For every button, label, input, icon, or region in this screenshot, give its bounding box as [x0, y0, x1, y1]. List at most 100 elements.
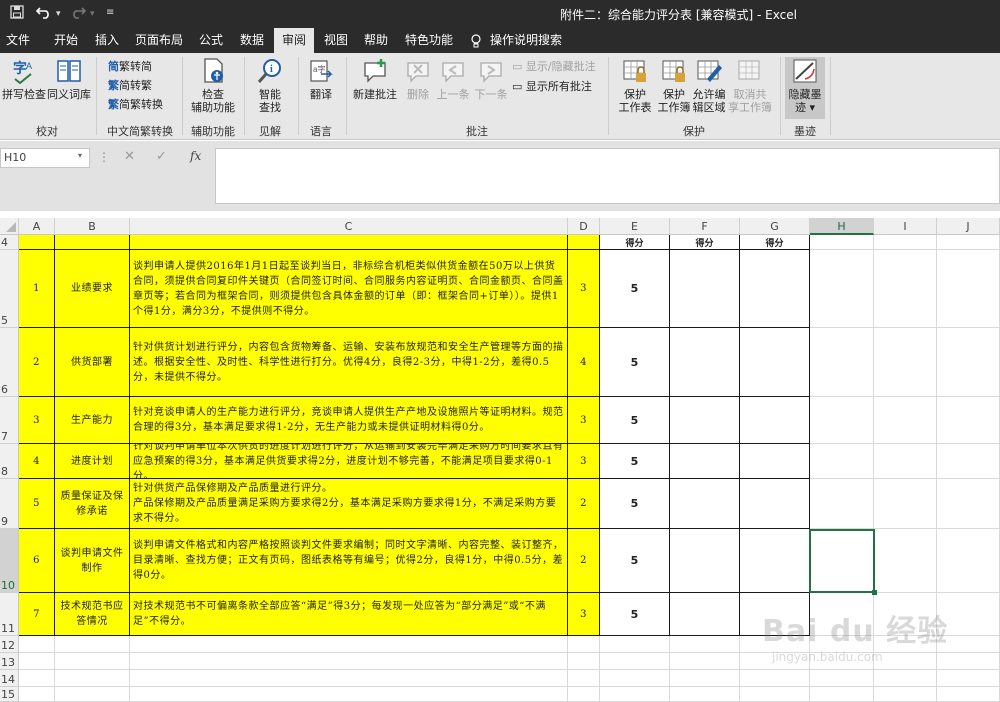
cell-i10[interactable]	[874, 529, 937, 593]
cell-f10[interactable]	[670, 529, 740, 593]
cell-a12[interactable]	[19, 636, 55, 653]
tab-review[interactable]: 审阅	[274, 28, 314, 53]
cell-i15[interactable]	[874, 687, 937, 702]
row-header[interactable]: 15	[0, 687, 19, 702]
cell-a5[interactable]: 1	[19, 250, 55, 328]
cell-b10[interactable]: 谈判申请文件制作	[55, 529, 130, 593]
redo-dropdown-icon[interactable]: ▾	[90, 9, 95, 19]
row-header[interactable]: 4	[0, 235, 19, 250]
cell-g6[interactable]	[740, 328, 810, 397]
tab-data[interactable]: 数据	[232, 28, 272, 53]
cell-f11[interactable]	[670, 593, 740, 636]
cell-c11[interactable]: 对技术规范书不可偏离条款全部应答“满足”得3分；每发现一处应答为“部分满足”或“…	[130, 593, 568, 636]
tab-special-features[interactable]: 特色功能	[400, 28, 458, 53]
next-comment-button[interactable]: 下一条	[472, 57, 510, 101]
cell-h8[interactable]	[810, 444, 874, 479]
check-accessibility-button[interactable]: 检查 辅助功能	[186, 57, 240, 114]
row-header[interactable]: 12	[0, 636, 19, 653]
cancel-icon[interactable]: ✕	[124, 149, 135, 164]
column-header-b[interactable]: B	[55, 218, 130, 235]
cell-e14[interactable]	[600, 670, 670, 687]
row-header[interactable]: 6	[0, 328, 19, 397]
cell-e13[interactable]	[600, 653, 670, 670]
cell-g4[interactable]: 得分	[740, 235, 810, 250]
redo-icon[interactable]	[70, 5, 87, 23]
cell-a4[interactable]	[19, 235, 55, 250]
cell-f8[interactable]	[670, 444, 740, 479]
select-all-corner[interactable]	[0, 218, 19, 235]
column-header-h[interactable]: H	[810, 218, 874, 235]
translate-button[interactable]: a字 翻译	[302, 57, 340, 101]
customize-toolbar-icon[interactable]: ≡	[106, 7, 114, 18]
cell-d13[interactable]	[568, 653, 600, 670]
cell-d9[interactable]: 2	[568, 479, 600, 529]
cell-j4[interactable]	[937, 235, 1000, 250]
cell-f5[interactable]	[670, 250, 740, 328]
cell-c14[interactable]	[130, 670, 568, 687]
cell-j9[interactable]	[937, 479, 1000, 529]
show-hide-comment-button[interactable]: ▭ 显示/隐藏批注	[512, 59, 596, 75]
row-header[interactable]: 8	[0, 444, 19, 479]
cell-c4[interactable]	[130, 235, 568, 250]
cell-e15[interactable]	[600, 687, 670, 702]
cell-c15[interactable]	[130, 687, 568, 702]
cell-j5[interactable]	[937, 250, 1000, 328]
cell-c5[interactable]: 谈判申请人提供2016年1月1日起至谈判当日，非标综合机柜类似供货金额在50万以…	[130, 250, 568, 328]
row-header[interactable]: 13	[0, 653, 19, 670]
name-box[interactable]: H10	[0, 148, 90, 168]
cell-f15[interactable]	[670, 687, 740, 702]
cell-j7[interactable]	[937, 397, 1000, 444]
cell-d14[interactable]	[568, 670, 600, 687]
undo-icon[interactable]	[35, 5, 52, 23]
cell-i4[interactable]	[874, 235, 937, 250]
cell-a10[interactable]: 6	[19, 529, 55, 593]
show-all-comments-button[interactable]: ▭ 显示所有批注	[512, 79, 592, 95]
formula-input[interactable]	[215, 148, 1000, 204]
cell-f12[interactable]	[670, 636, 740, 653]
cell-g15[interactable]	[740, 687, 810, 702]
undo-dropdown-icon[interactable]: ▾	[56, 9, 61, 19]
cell-a11[interactable]: 7	[19, 593, 55, 636]
cell-b14[interactable]	[55, 670, 130, 687]
cell-b11[interactable]: 技术规范书应答情况	[55, 593, 130, 636]
cell-h15[interactable]	[810, 687, 874, 702]
cell-g7[interactable]	[740, 397, 810, 444]
cell-i7[interactable]	[874, 397, 937, 444]
cell-e7[interactable]: 5	[600, 397, 670, 444]
fill-handle[interactable]	[872, 590, 877, 595]
cell-d7[interactable]: 3	[568, 397, 600, 444]
tab-file[interactable]: 文件	[0, 28, 36, 53]
cell-d15[interactable]	[568, 687, 600, 702]
cell-g10[interactable]	[740, 529, 810, 593]
cell-a7[interactable]: 3	[19, 397, 55, 444]
cell-c6[interactable]: 针对供货计划进行评分，内容包含货物筹备、运输、安装布放规范和安全生产管理等方面的…	[130, 328, 568, 397]
column-header-d[interactable]: D	[568, 218, 600, 235]
cell-j10[interactable]	[937, 529, 1000, 593]
smart-lookup-button[interactable]: i 智能 查找	[248, 57, 292, 114]
tab-home[interactable]: 开始	[46, 28, 86, 53]
chinese-conversion-button[interactable]: 繁简繁转换	[108, 97, 163, 113]
cell-f9[interactable]	[670, 479, 740, 529]
unshare-workbook-button[interactable]: 取消共 享工作簿	[728, 57, 772, 114]
cell-b5[interactable]: 业绩要求	[55, 250, 130, 328]
delete-comment-button[interactable]: 删除	[402, 57, 434, 101]
cell-a13[interactable]	[19, 653, 55, 670]
cell-h7[interactable]	[810, 397, 874, 444]
row-header[interactable]: 7	[0, 397, 19, 444]
cell-a9[interactable]: 5	[19, 479, 55, 529]
cell-f7[interactable]	[670, 397, 740, 444]
cell-a14[interactable]	[19, 670, 55, 687]
column-header-e[interactable]: E	[600, 218, 670, 235]
protect-workbook-button[interactable]: 保护 工作簿	[656, 57, 692, 114]
insert-function-icon[interactable]: fx	[190, 149, 201, 163]
column-header-c[interactable]: C	[130, 218, 568, 235]
cell-j6[interactable]	[937, 328, 1000, 397]
cell-h9[interactable]	[810, 479, 874, 529]
cell-g5[interactable]	[740, 250, 810, 328]
simplified-to-traditional-button[interactable]: 繁简转繁	[108, 78, 152, 94]
row-header[interactable]: 10	[0, 529, 19, 593]
cell-h5[interactable]	[810, 250, 874, 328]
cell-j8[interactable]	[937, 444, 1000, 479]
cell-f6[interactable]	[670, 328, 740, 397]
cell-f13[interactable]	[670, 653, 740, 670]
